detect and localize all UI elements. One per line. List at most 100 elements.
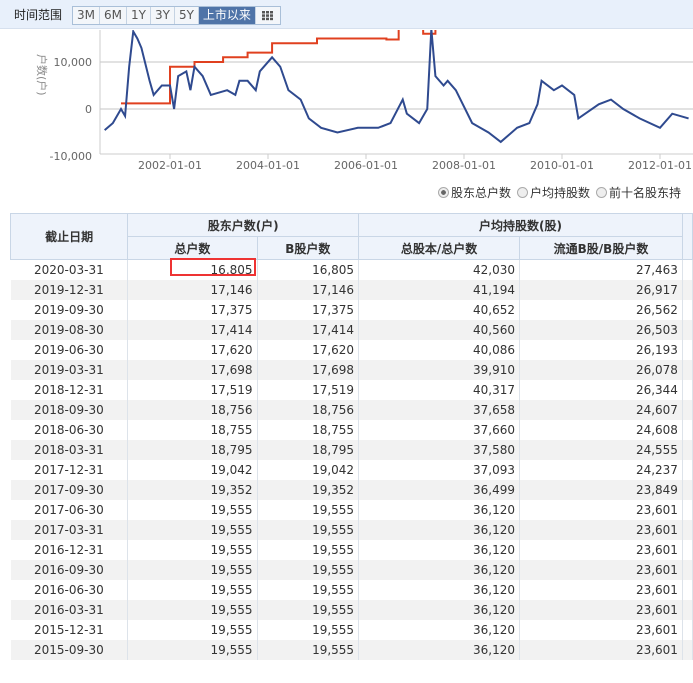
range-button-2[interactable]: 1Y [127, 7, 151, 24]
grid-icon[interactable] [255, 7, 280, 24]
table-row: 2018-03-31 18,795 18,795 37,580 24,555 [10, 440, 693, 460]
cell-date: 2019-09-30 [10, 300, 129, 320]
cell-b-holders: 16,805 [257, 259, 360, 280]
x-tick-label: 2004-01-01 [236, 159, 300, 172]
cell-total-per-holder: 36,120 [358, 580, 521, 600]
cell-total-holders: 17,519 [127, 380, 258, 400]
cell-total-per-holder: 42,030 [358, 259, 521, 280]
cell-b-holders: 17,519 [257, 380, 360, 400]
range-button-3[interactable]: 3Y [150, 7, 175, 24]
cell-total-per-holder: 40,652 [358, 300, 521, 320]
legend-label: 户均持股数 [530, 186, 591, 200]
cell-total-per-holder: 36,120 [358, 620, 521, 640]
series-line-blue [104, 30, 689, 144]
cell-b-holders: 19,352 [257, 480, 360, 500]
legend-item-1[interactable]: 户均持股数 [517, 184, 590, 201]
cell-date: 2019-03-31 [10, 360, 129, 380]
legend-item-2[interactable]: 前十名股东持 [596, 184, 681, 201]
cell-total-per-holder: 37,580 [358, 440, 521, 460]
cell-b-holders: 19,555 [257, 560, 360, 580]
table-row: 2016-06-30 19,555 19,555 36,120 23,601 [10, 580, 693, 600]
cell-total-per-holder: 37,093 [358, 460, 521, 480]
table-row: 2019-08-30 17,414 17,414 40,560 26,503 [10, 320, 693, 340]
cell-b-holders: 17,375 [257, 300, 360, 320]
table-row: 2018-12-31 17,519 17,519 40,317 26,344 [10, 380, 693, 400]
legend-item-0[interactable]: 股东总户数 [438, 184, 511, 201]
cell-extra [682, 400, 693, 420]
table-row: 2017-12-31 19,042 19,042 37,093 24,237 [10, 460, 693, 480]
cell-total-holders: 18,755 [127, 420, 258, 440]
cell-b-per-holder: 26,562 [519, 300, 683, 320]
cell-total-holders: 19,555 [127, 620, 258, 640]
cell-total-holders: 17,414 [127, 320, 258, 340]
cell-total-per-holder: 40,317 [358, 380, 521, 400]
x-tick-label: 2002-01-01 [138, 159, 202, 172]
cell-total-per-holder: 37,658 [358, 400, 521, 420]
cell-total-holders: 19,555 [127, 640, 258, 660]
cell-extra [682, 360, 693, 380]
cell-extra [682, 500, 693, 520]
y-tick-label: -10,000 [50, 150, 92, 163]
cell-extra [682, 520, 693, 540]
cell-b-per-holder: 23,601 [519, 500, 683, 520]
cell-date: 2015-09-30 [10, 640, 129, 660]
range-button-1[interactable]: 6M [100, 7, 127, 24]
radio-icon[interactable] [596, 187, 608, 198]
table-row: 2015-09-30 19,555 19,555 36,120 23,601 [10, 640, 693, 660]
cell-extra [682, 259, 693, 280]
cell-extra [682, 620, 693, 640]
cell-total-per-holder: 36,120 [358, 500, 521, 520]
cell-b-per-holder: 24,555 [519, 440, 683, 460]
table-row: 2017-06-30 19,555 19,555 36,120 23,601 [10, 500, 693, 520]
cell-total-per-holder: 36,120 [358, 520, 521, 540]
cell-total-holders: 19,555 [127, 560, 258, 580]
cell-extra [682, 600, 693, 620]
table-row: 2017-09-30 19,352 19,352 36,499 23,849 [10, 480, 693, 500]
cell-date: 2018-03-31 [10, 440, 129, 460]
table-row: 2019-03-31 17,698 17,698 39,910 26,078 [10, 360, 693, 380]
x-tick-label: 2012-01-01 [628, 159, 692, 172]
cell-b-per-holder: 23,601 [519, 520, 683, 540]
cell-total-per-holder: 36,120 [358, 640, 521, 660]
cell-b-holders: 19,555 [257, 580, 360, 600]
cell-total-holders: 17,698 [127, 360, 258, 380]
cell-extra [682, 560, 693, 580]
cell-b-per-holder: 26,193 [519, 340, 683, 360]
table-row: 2018-09-30 18,756 18,756 37,658 24,607 [10, 400, 693, 420]
table-row: 2019-12-31 17,146 17,146 41,194 26,917 [10, 280, 693, 300]
header-extra [681, 213, 693, 260]
cell-date: 2017-09-30 [10, 480, 129, 500]
header-avg-shares: 户均持股数(股) [358, 213, 683, 237]
range-button-5[interactable]: 上市以来 [198, 7, 256, 24]
cell-total-holders: 19,555 [127, 500, 258, 520]
cell-total-per-holder: 36,120 [358, 540, 521, 560]
cell-date: 2016-12-31 [10, 540, 129, 560]
cell-date: 2019-06-30 [10, 340, 129, 360]
y-axis-label: 户数(户) [35, 54, 49, 96]
cell-total-per-holder: 37,660 [358, 420, 521, 440]
cell-b-per-holder: 27,463 [519, 259, 683, 280]
cell-b-per-holder: 24,237 [519, 460, 683, 480]
cell-extra [682, 580, 693, 600]
radio-icon[interactable] [438, 187, 449, 198]
cell-date: 2017-12-31 [10, 460, 129, 480]
header-b-holders: B股户数 [256, 236, 360, 260]
header-b-per-holder: 流通B股/B股户数 [519, 236, 683, 260]
cell-b-holders: 19,555 [257, 520, 360, 540]
cell-b-per-holder: 24,608 [519, 420, 683, 440]
cell-date: 2016-06-30 [10, 580, 129, 600]
range-button-4[interactable]: 5Y [174, 7, 199, 24]
cell-total-holders: 19,555 [127, 600, 258, 620]
cell-total-holders: 19,352 [127, 480, 258, 500]
cell-b-holders: 17,146 [257, 280, 360, 300]
cell-extra [682, 540, 693, 560]
range-button-0[interactable]: 3M [73, 7, 100, 24]
cell-total-per-holder: 39,910 [358, 360, 521, 380]
cell-b-per-holder: 26,344 [519, 380, 683, 400]
table-row: 2015-12-31 19,555 19,555 36,120 23,601 [10, 620, 693, 640]
table-row: 2018-06-30 18,755 18,755 37,660 24,608 [10, 420, 693, 440]
radio-icon[interactable] [517, 187, 529, 198]
time-range-buttons: 3M 6M 1Y 3Y 5Y 上市以来 [72, 6, 281, 25]
header-total-holders: 总户数 [127, 236, 258, 260]
cell-b-per-holder: 23,601 [519, 640, 683, 660]
